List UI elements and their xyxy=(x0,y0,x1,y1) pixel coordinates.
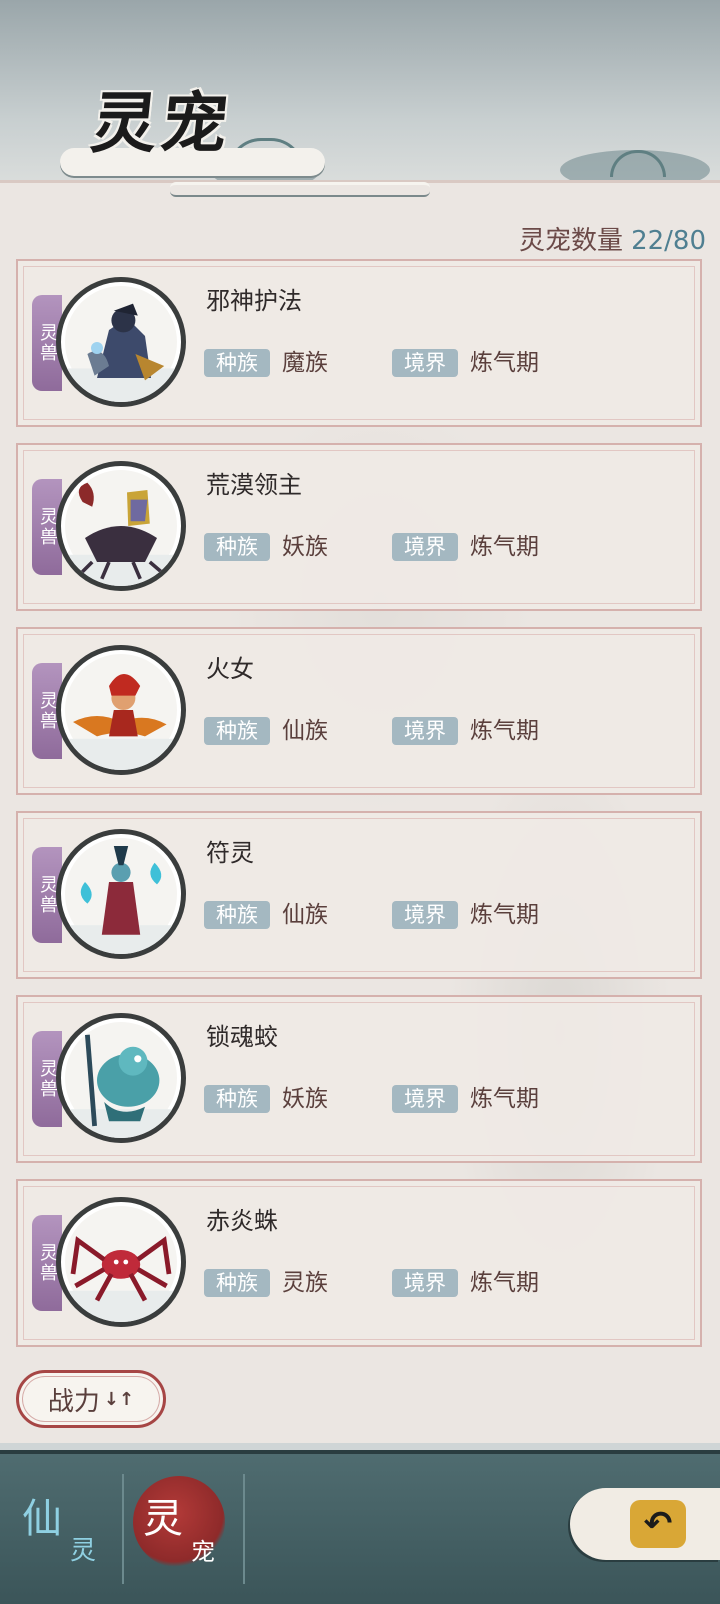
realm-label: 境界 xyxy=(392,1085,458,1113)
race-value: 仙族 xyxy=(282,718,328,744)
realm-value: 炼气期 xyxy=(470,1086,539,1112)
tab-divider xyxy=(243,1474,245,1584)
realm-value: 炼气期 xyxy=(470,350,539,376)
tab-xianling[interactable]: 仙 灵 xyxy=(0,1454,120,1604)
pet-name: 荒漠领主 xyxy=(206,471,302,499)
realm-label: 境界 xyxy=(392,717,458,745)
pet-card[interactable]: 灵兽 赤炎蛛 种族 灵族 境界 炼气期 xyxy=(16,1179,702,1347)
race-label: 种族 xyxy=(204,533,270,561)
tab-xianling-small: 灵 xyxy=(70,1536,97,1566)
realm-label: 境界 xyxy=(392,901,458,929)
pet-count-label: 灵宠数量 xyxy=(519,226,624,256)
pet-card[interactable]: 灵兽 锁魂蛟 种族 妖族 境界 炼气期 xyxy=(16,995,702,1163)
page-title: 灵宠 xyxy=(87,84,236,162)
realm-value: 炼气期 xyxy=(470,902,539,928)
race-value: 妖族 xyxy=(282,1086,328,1112)
realm-value: 炼气期 xyxy=(470,718,539,744)
tab-xianling-big: 仙 xyxy=(22,1496,62,1542)
pet-name: 火女 xyxy=(206,655,254,683)
race-value: 妖族 xyxy=(282,534,328,560)
soul-lock-dragon-icon xyxy=(61,1034,181,1138)
tab-lingchong-small: 宠 xyxy=(191,1538,215,1566)
red-flame-spider-icon xyxy=(61,1236,181,1322)
pet-avatar xyxy=(56,829,186,959)
back-arrow-icon: ↶ xyxy=(630,1500,686,1548)
sort-by-power-button[interactable]: 战力 ↓↑ xyxy=(16,1370,166,1428)
race-label: 种族 xyxy=(204,901,270,929)
pet-name: 邪神护法 xyxy=(206,287,302,315)
pet-count-value: 22/80 xyxy=(631,226,706,256)
race-value: 灵族 xyxy=(282,1270,328,1296)
tab-lingchong-big: 灵 xyxy=(143,1496,183,1542)
race-label: 种族 xyxy=(204,717,270,745)
pet-name: 锁魂蛟 xyxy=(206,1023,278,1051)
pet-card[interactable]: 灵兽 邪神护法 种族 魔族 境界 炼气期 xyxy=(16,259,702,427)
race-label: 种族 xyxy=(204,349,270,377)
pet-card[interactable]: 灵兽 符灵 种族 仙族 境界 炼气期 xyxy=(16,811,702,979)
tab-lingchong[interactable]: 灵 宠 xyxy=(125,1454,240,1604)
race-label: 种族 xyxy=(204,1085,270,1113)
pet-card[interactable]: 灵兽 火女 种族 仙族 境界 炼气期 xyxy=(16,627,702,795)
pet-avatar xyxy=(56,461,186,591)
tab-divider xyxy=(122,1474,124,1584)
title-banner-line xyxy=(170,182,430,197)
race-label: 种族 xyxy=(204,1269,270,1297)
realm-value: 炼气期 xyxy=(470,1270,539,1296)
back-button[interactable]: ↶ xyxy=(570,1488,720,1560)
talisman-spirit-icon xyxy=(61,846,181,954)
pet-avatar xyxy=(56,645,186,775)
realm-value: 炼气期 xyxy=(470,534,539,560)
pet-avatar xyxy=(56,277,186,407)
pet-name: 符灵 xyxy=(206,839,254,867)
evil-guardian-icon xyxy=(61,303,181,402)
race-value: 仙族 xyxy=(282,902,328,928)
pet-avatar xyxy=(56,1013,186,1143)
realm-label: 境界 xyxy=(392,349,458,377)
pet-count: 灵宠数量 22/80 xyxy=(519,220,706,257)
pet-name: 赤炎蛛 xyxy=(206,1207,278,1235)
pet-avatar xyxy=(56,1197,186,1327)
realm-label: 境界 xyxy=(392,533,458,561)
desert-lord-icon xyxy=(61,482,181,586)
sort-label: 战力 xyxy=(47,1386,100,1417)
sort-arrows-icon: ↓↑ xyxy=(103,1388,135,1410)
pet-card[interactable]: 灵兽 荒漠领主 种族 妖族 境界 炼气期 xyxy=(16,443,702,611)
race-value: 魔族 xyxy=(282,350,328,376)
realm-label: 境界 xyxy=(392,1269,458,1297)
fire-maiden-icon xyxy=(61,674,181,770)
